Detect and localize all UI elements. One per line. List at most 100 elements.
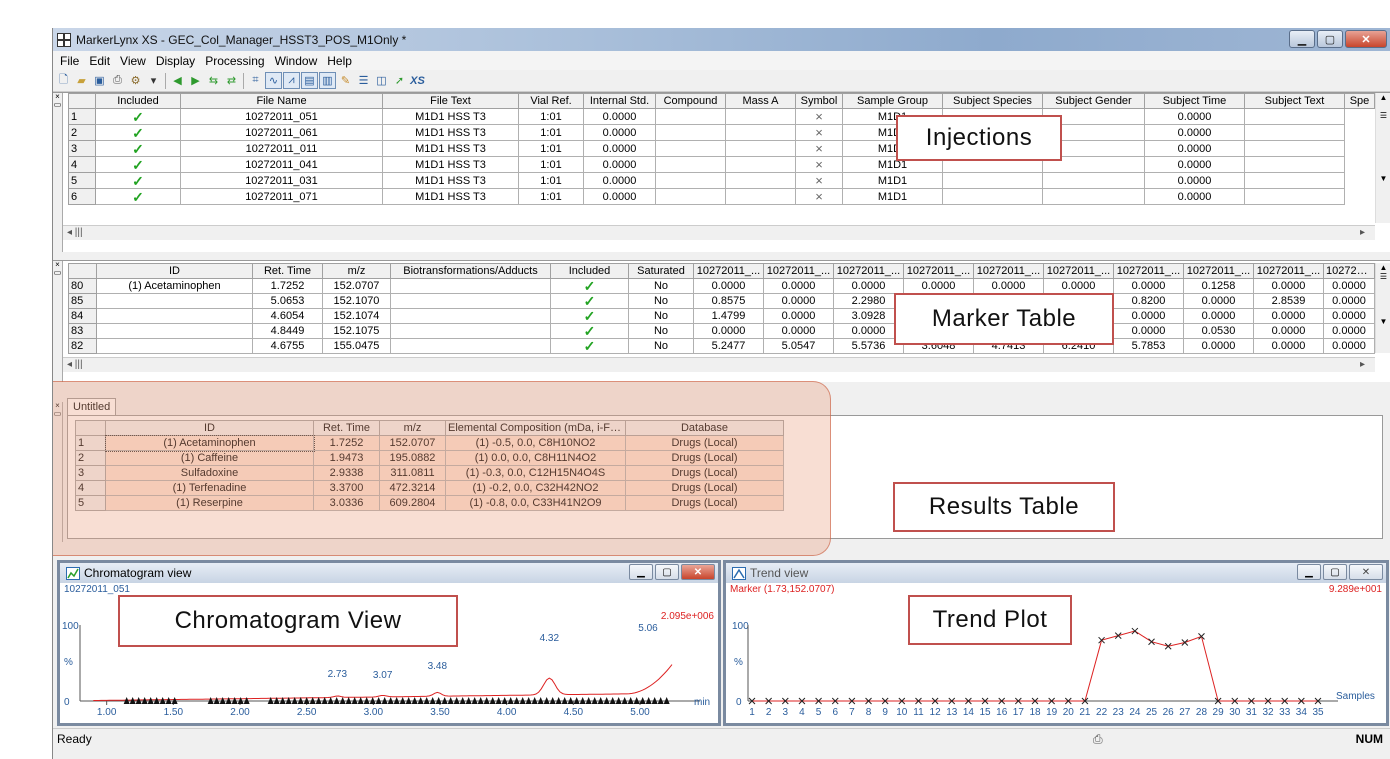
injections-cell[interactable]: 3: [68, 140, 96, 157]
markers-header-10[interactable]: 10272011_...: [903, 263, 974, 279]
table-row[interactable]: 82 4.6755 155.0475 ✓ No 5.2477 5.0547 5.5736 3.6…: [68, 338, 1375, 354]
markers-header-3[interactable]: m/z: [322, 263, 391, 279]
trend-maximize-button[interactable]: ▢: [1323, 564, 1347, 580]
injections-header-7[interactable]: Mass A: [725, 93, 796, 109]
markers-header-6[interactable]: Saturated: [628, 263, 694, 279]
marker-vertical-scrollbar[interactable]: ▲ ☰ ▼: [1375, 263, 1390, 353]
open-folder-icon[interactable]: ▰: [73, 72, 90, 89]
markers-header-5[interactable]: Included: [550, 263, 629, 279]
markers-cell[interactable]: 83: [68, 323, 97, 339]
chromatogram-close-button[interactable]: ✕: [681, 564, 715, 580]
save-icon[interactable]: ▣: [91, 72, 108, 89]
markers-header-11[interactable]: 10272011_...: [973, 263, 1044, 279]
injections-cell[interactable]: 6: [68, 188, 96, 205]
table-row[interactable]: 85 5.0653 152.1070 ✓ No 0.8575 0.0000 2.2980 0.8…: [68, 293, 1375, 309]
table-row[interactable]: 5 ✓ 10272011_031 M1D1 HSS T3 1:01 0.0000 × M1D1…: [68, 172, 1375, 189]
new-file-icon[interactable]: 🗋: [55, 72, 72, 89]
print-icon[interactable]: ⎙: [109, 72, 126, 89]
injections-cell[interactable]: 4: [68, 156, 96, 173]
first-icon[interactable]: ◀: [169, 72, 186, 89]
markers-header-15[interactable]: 10272011_...: [1253, 263, 1324, 279]
table-row[interactable]: 80 (1) Acetaminophen 1.7252 152.0707 ✓ No 0.00…: [68, 278, 1375, 294]
markers-header-16[interactable]: 10272011: [1323, 263, 1375, 279]
injections-header-10[interactable]: Subject Species: [942, 93, 1043, 109]
markers-cell[interactable]: 80: [68, 278, 97, 294]
injections-header-3[interactable]: File Text: [382, 93, 519, 109]
chromatogram-toggle-icon[interactable]: ∿: [265, 72, 282, 89]
table-row[interactable]: 84 4.6054 152.1074 ✓ No 1.4799 0.0000 3.0928 0.0…: [68, 308, 1375, 324]
dropdown-arrow-icon[interactable]: ▾: [145, 72, 162, 89]
injections-header-2[interactable]: File Name: [180, 93, 383, 109]
link-icon[interactable]: ⇆: [205, 72, 222, 89]
edit-icon[interactable]: ✎: [337, 72, 354, 89]
unlink-icon[interactable]: ⇄: [223, 72, 240, 89]
injections-header-13[interactable]: Subject Text: [1244, 93, 1345, 109]
menu-file[interactable]: File: [55, 54, 84, 68]
injections-cell: M1D1 HSS T3: [382, 140, 519, 157]
close-button[interactable]: ✕: [1345, 30, 1387, 48]
injections-header-6[interactable]: Compound: [655, 93, 726, 109]
injections-header-8[interactable]: Symbol: [795, 93, 843, 109]
injections-header-1[interactable]: Included: [95, 93, 181, 109]
menu-processing[interactable]: Processing: [200, 54, 269, 68]
table-row[interactable]: 6 ✓ 10272011_071 M1D1 HSS T3 1:01 0.0000 × M1D1…: [68, 188, 1375, 205]
injections-header-5[interactable]: Internal Std.: [583, 93, 656, 109]
table-row[interactable]: 2 ✓ 10272011_061 M1D1 HSS T3 1:01 0.0000 × M1D1…: [68, 124, 1375, 141]
xs-icon[interactable]: XS: [409, 72, 426, 89]
trend-close-button[interactable]: ✕: [1349, 564, 1383, 580]
chromatogram-titlebar: Chromatogram view ▁ ▢ ✕: [60, 563, 718, 583]
pin-icon[interactable]: ▭: [53, 101, 62, 109]
injections-vertical-scrollbar[interactable]: ▲ ☰ ▼: [1375, 93, 1390, 223]
marker-horizontal-scrollbar[interactable]: ◂ ||| ▸: [63, 357, 1375, 372]
injections-header-9[interactable]: Sample Group: [842, 93, 943, 109]
split-vertical-icon[interactable]: ◫: [373, 72, 390, 89]
table-row[interactable]: 4 ✓ 10272011_041 M1D1 HSS T3 1:01 0.0000 × M1D1…: [68, 156, 1375, 173]
markers-header-1[interactable]: ID: [96, 263, 253, 279]
process-icon[interactable]: ⚙: [127, 72, 144, 89]
markers-header-12[interactable]: 10272011_...: [1043, 263, 1114, 279]
chromatogram-minimize-button[interactable]: ▁: [629, 564, 653, 580]
injections-cell[interactable]: 2: [68, 124, 96, 141]
menu-view[interactable]: View: [115, 54, 151, 68]
markers-header-9[interactable]: 10272011_...: [833, 263, 904, 279]
injections-header-11[interactable]: Subject Gender: [1042, 93, 1145, 109]
markers-header-4[interactable]: Biotransformations/Adducts: [390, 263, 551, 279]
next-icon[interactable]: ▶: [187, 72, 204, 89]
maximize-button[interactable]: ▢: [1317, 30, 1343, 48]
menu-help[interactable]: Help: [322, 54, 357, 68]
markers-header-0[interactable]: [68, 263, 97, 279]
chromatogram-maximize-button[interactable]: ▢: [655, 564, 679, 580]
injections-header-14[interactable]: Spe: [1344, 93, 1375, 109]
table-row[interactable]: 83 4.8449 152.1075 ✓ No 0.0000 0.0000 0.0000 0.0…: [68, 323, 1375, 339]
minimize-button[interactable]: ▁: [1289, 30, 1315, 48]
injections-horizontal-scrollbar[interactable]: ◂ ||| ▸: [63, 225, 1375, 240]
menu-display[interactable]: Display: [151, 54, 200, 68]
markers-header-13[interactable]: 10272011_...: [1113, 263, 1184, 279]
export-icon[interactable]: ➚: [391, 72, 408, 89]
injections-cell[interactable]: 1: [68, 108, 96, 125]
injections-header-4[interactable]: Vial Ref.: [518, 93, 584, 109]
chromatogram-peak-label: 3.48: [428, 661, 448, 672]
table-row[interactable]: 1 ✓ 10272011_051 M1D1 HSS T3 1:01 0.0000 × M1D1…: [68, 108, 1375, 125]
trend-toggle-icon[interactable]: ⩘: [283, 72, 300, 89]
table-row[interactable]: 3 ✓ 10272011_011 M1D1 HSS T3 1:01 0.0000 × M1D1…: [68, 140, 1375, 157]
markers-header-2[interactable]: Ret. Time: [252, 263, 323, 279]
split-horizontal-icon[interactable]: ☰: [355, 72, 372, 89]
fit-icon[interactable]: ⌗: [247, 72, 264, 89]
trend-titlebar: Trend view ▁ ▢ ✕: [726, 563, 1386, 583]
trend-minimize-button[interactable]: ▁: [1297, 564, 1321, 580]
injections-cell[interactable]: 5: [68, 172, 96, 189]
markers-cell[interactable]: 85: [68, 293, 97, 309]
layout-a-icon[interactable]: ▤: [301, 72, 318, 89]
layout-b-icon[interactable]: ▥: [319, 72, 336, 89]
markers-cell[interactable]: 84: [68, 308, 97, 324]
markers-header-7[interactable]: 10272011_...: [693, 263, 764, 279]
injections-header-12[interactable]: Subject Time: [1144, 93, 1245, 109]
markers-cell[interactable]: 82: [68, 338, 97, 354]
markers-header-14[interactable]: 10272011_...: [1183, 263, 1254, 279]
markers-header-8[interactable]: 10272011_...: [763, 263, 834, 279]
menu-window[interactable]: Window: [270, 54, 323, 68]
injections-header-0[interactable]: [68, 93, 96, 109]
menu-edit[interactable]: Edit: [84, 54, 115, 68]
pin-icon[interactable]: ▭: [53, 269, 62, 277]
